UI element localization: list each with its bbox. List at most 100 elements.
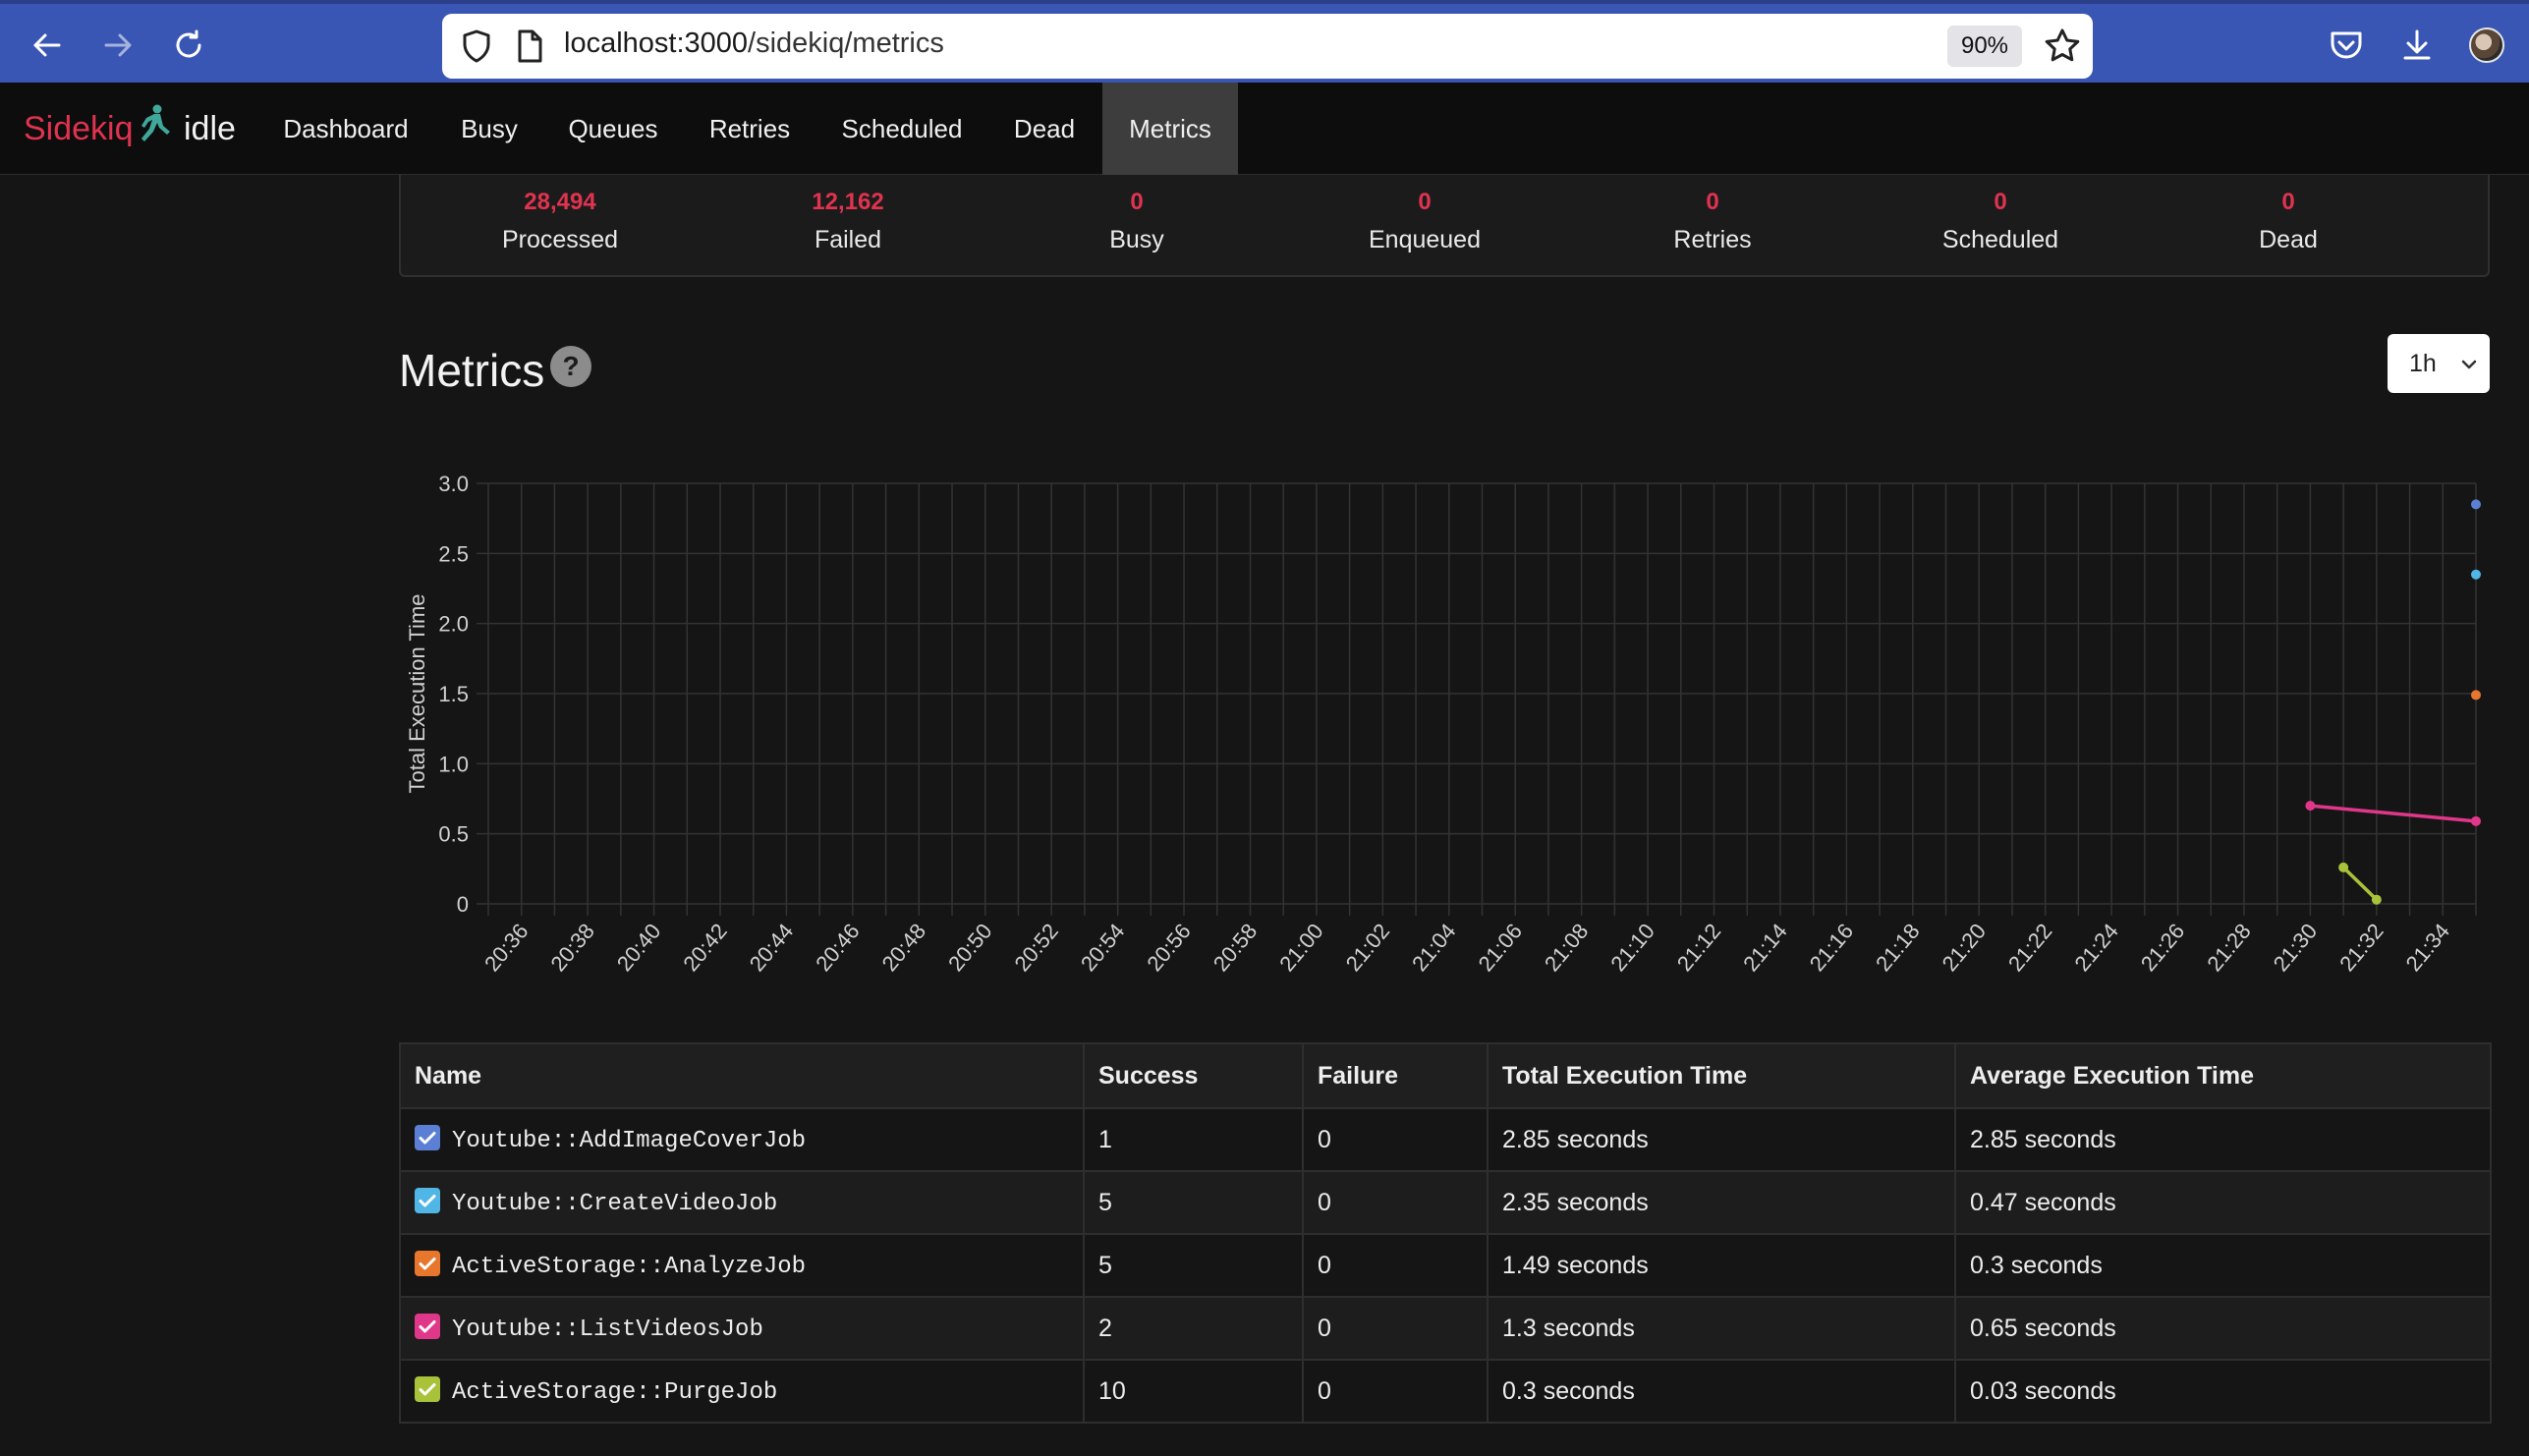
series-toggle-checkbox[interactable]	[415, 1314, 440, 1340]
checkmark-icon	[419, 1320, 436, 1333]
job-name[interactable]: Youtube::CreateVideoJob	[452, 1191, 777, 1217]
x-tick-label: 21:26	[2136, 919, 2190, 976]
nav-busy[interactable]: Busy	[447, 83, 532, 175]
forward-arrow-icon[interactable]	[96, 24, 140, 67]
job-name[interactable]: ActiveStorage::PurgeJob	[452, 1379, 777, 1406]
x-tick-label: 21:12	[1672, 919, 1726, 976]
x-tick-label: 21:18	[1871, 919, 1925, 976]
bookmark-star-icon[interactable]	[2042, 26, 2083, 67]
x-tick-label: 20:50	[943, 919, 997, 976]
checkmark-icon	[419, 1258, 436, 1270]
back-arrow-icon[interactable]	[26, 24, 69, 67]
pocket-icon[interactable]	[2327, 26, 2366, 65]
job-name-cell: ActiveStorage::PurgeJob	[399, 1359, 1085, 1424]
stat-value: 0	[1994, 189, 2007, 215]
y-tick-label: 0.5	[438, 822, 469, 847]
column-header-success: Success	[1083, 1042, 1304, 1109]
x-tick-label: 20:40	[612, 919, 666, 976]
nav-scheduled[interactable]: Scheduled	[828, 83, 976, 175]
x-tick-label: 21:34	[2401, 919, 2455, 976]
x-tick-label: 20:44	[745, 919, 799, 976]
y-axis-label: Total Execution Time	[405, 594, 429, 794]
stat-value: 12,162	[812, 189, 884, 215]
x-tick-label: 20:36	[479, 919, 534, 976]
browser-toolbar: localhost:3000/sidekiq/metrics 90%	[0, 0, 2529, 83]
data-point	[2471, 690, 2481, 700]
period-select-value: 1h	[2409, 350, 2437, 377]
brand-link[interactable]: Sidekiq	[24, 110, 134, 148]
table-header-row: Name Success Failure Total Execution Tim…	[399, 1042, 2492, 1109]
chevron-down-icon	[2461, 360, 2477, 369]
x-tick-label: 21:00	[1274, 919, 1328, 976]
failure-cell: 0	[1302, 1107, 1489, 1172]
x-tick-label: 21:30	[2269, 919, 2323, 976]
job-name-cell: Youtube::AddImageCoverJob	[399, 1107, 1085, 1172]
series-line	[2310, 804, 2477, 823]
stat-label: Processed	[501, 226, 619, 253]
success-cell: 5	[1083, 1170, 1304, 1235]
data-point	[2338, 862, 2349, 872]
nav-queues[interactable]: Queues	[555, 83, 671, 175]
series-toggle-checkbox[interactable]	[415, 1251, 440, 1277]
average-time-cell: 0.3 seconds	[1954, 1233, 2492, 1298]
job-name[interactable]: Youtube::ListVideosJob	[452, 1316, 763, 1343]
reload-icon[interactable]	[167, 24, 210, 67]
column-header-name: Name	[399, 1042, 1085, 1109]
stat-label: Busy	[1109, 226, 1164, 253]
average-time-cell: 0.65 seconds	[1954, 1296, 2492, 1361]
x-tick-label: 21:28	[2202, 919, 2256, 976]
job-metrics-table: Name Success Failure Total Execution Tim…	[399, 1042, 2492, 1424]
column-header-failure: Failure	[1302, 1042, 1489, 1109]
nav-dashboard[interactable]: Dashboard	[267, 83, 424, 175]
x-tick-label: 21:06	[1474, 919, 1528, 976]
stats-summary-bar: 28,494 Processed 12,162 Failed 0 Busy 0 …	[399, 175, 2490, 277]
average-time-cell: 0.03 seconds	[1954, 1359, 2492, 1424]
stat-value: 0	[1706, 189, 1719, 215]
nav-retries[interactable]: Retries	[693, 83, 807, 175]
download-icon[interactable]	[2397, 26, 2437, 65]
x-tick-label: 21:10	[1605, 919, 1659, 976]
x-tick-label: 21:24	[2069, 919, 2123, 976]
url-host: localhost:3000	[564, 28, 749, 59]
table-row: Youtube::CreateVideoJob 5 0 2.35 seconds 0.4…	[399, 1170, 2492, 1235]
process-status: idle	[184, 110, 236, 147]
series-line	[2341, 866, 2379, 901]
x-tick-label: 21:32	[2334, 919, 2388, 976]
x-tick-label: 20:48	[877, 919, 931, 976]
stat-value: 0	[1130, 189, 1144, 215]
stat-label: Failed	[814, 226, 882, 253]
failure-cell: 0	[1302, 1233, 1489, 1298]
nav-metrics[interactable]: Metrics	[1102, 83, 1238, 175]
x-tick-label: 20:42	[678, 919, 732, 976]
zoom-level-badge[interactable]: 90%	[1947, 26, 2022, 67]
success-cell: 5	[1083, 1233, 1304, 1298]
url-text[interactable]: localhost:3000/sidekiq/metrics	[564, 28, 944, 60]
x-tick-label: 21:16	[1805, 919, 1859, 976]
total-time-cell: 1.3 seconds	[1487, 1296, 1956, 1361]
period-select[interactable]: 1h	[2388, 334, 2490, 393]
stat-value: 0	[1418, 189, 1432, 215]
y-tick-label: 2.5	[438, 541, 469, 566]
help-icon[interactable]: ?	[550, 346, 591, 387]
job-name[interactable]: ActiveStorage::AnalyzeJob	[452, 1254, 806, 1280]
x-tick-label: 20:54	[1076, 919, 1130, 976]
total-time-cell: 2.35 seconds	[1487, 1170, 1956, 1235]
x-tick-label: 20:46	[811, 919, 865, 976]
success-cell: 10	[1083, 1359, 1304, 1424]
data-point	[2471, 499, 2481, 510]
x-tick-label: 20:38	[545, 919, 599, 976]
job-name[interactable]: Youtube::AddImageCoverJob	[452, 1128, 806, 1154]
data-point	[2471, 815, 2481, 826]
series-toggle-checkbox[interactable]	[415, 1376, 440, 1403]
average-time-cell: 0.47 seconds	[1954, 1170, 2492, 1235]
address-bar[interactable]: localhost:3000/sidekiq/metrics 90%	[442, 14, 2093, 79]
shield-icon[interactable]	[456, 26, 497, 67]
nav-dead[interactable]: Dead	[997, 83, 1092, 175]
x-tick-label: 21:20	[1938, 919, 1992, 976]
profile-avatar[interactable]	[2469, 28, 2504, 63]
sidekiq-logo-icon	[138, 104, 173, 143]
series-toggle-checkbox[interactable]	[415, 1125, 440, 1151]
series-toggle-checkbox[interactable]	[415, 1188, 440, 1214]
job-name-cell: Youtube::CreateVideoJob	[399, 1170, 1085, 1235]
x-tick-label: 20:56	[1142, 919, 1196, 976]
